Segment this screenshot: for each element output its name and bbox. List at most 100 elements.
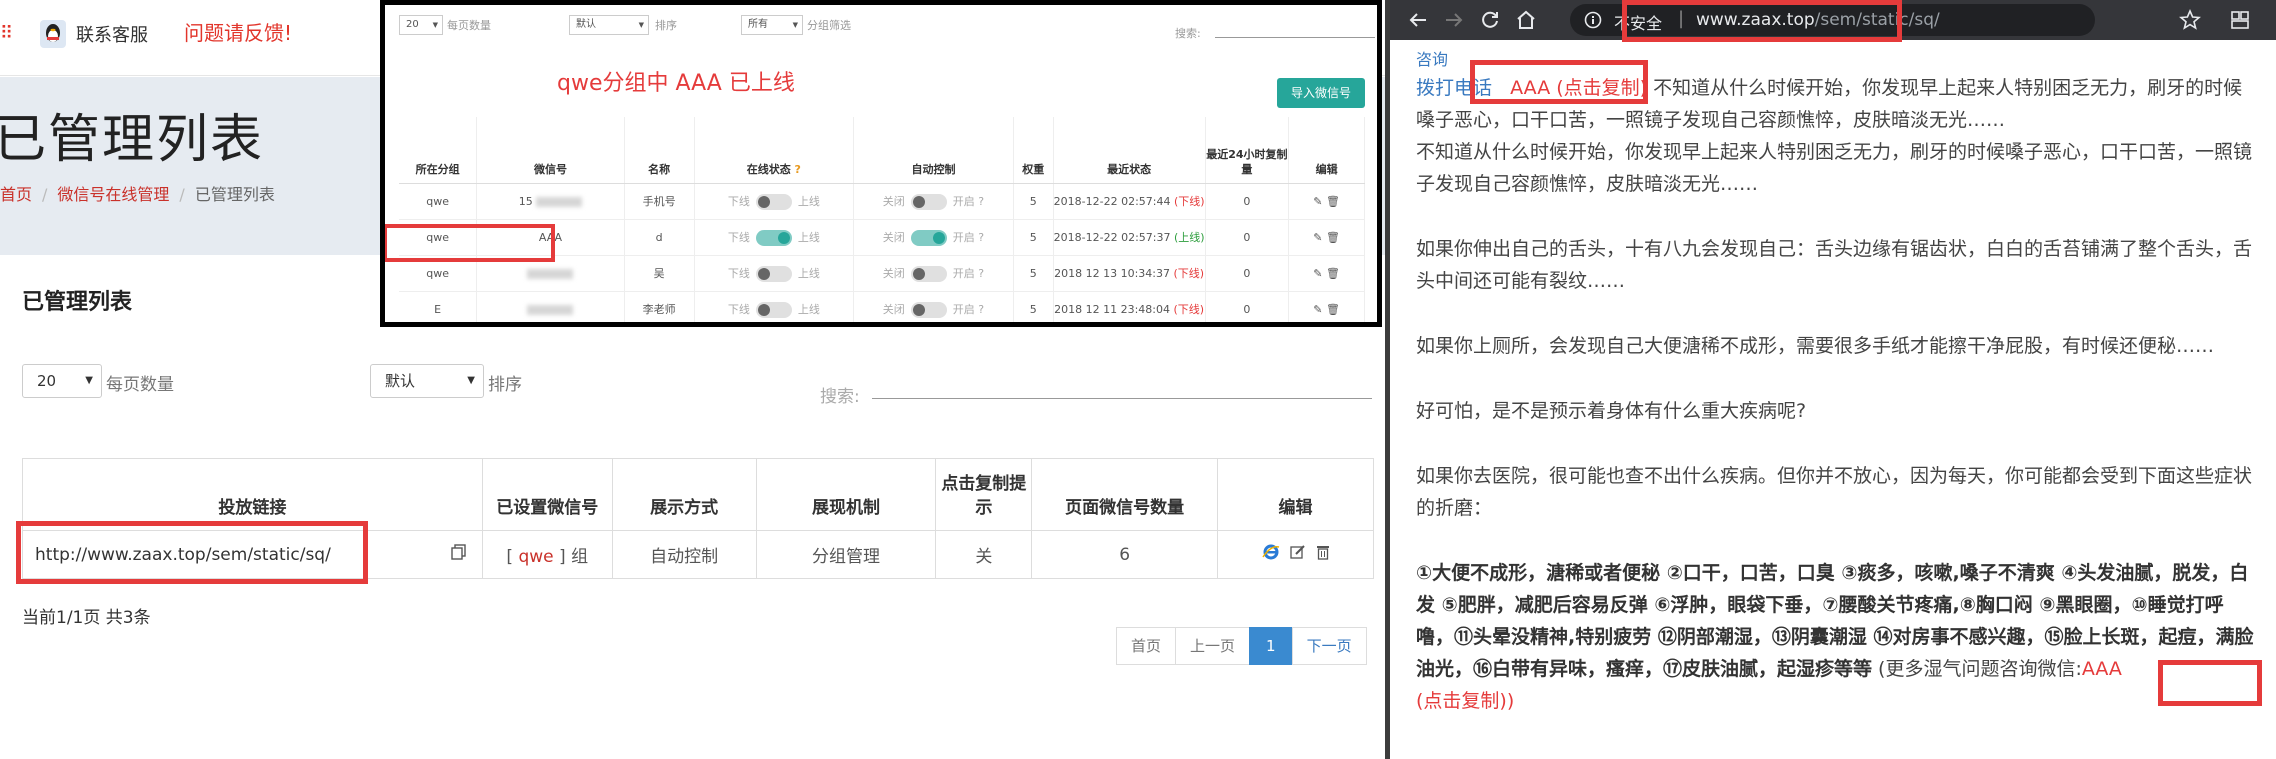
page-info: 当前1/1页 共3条 — [22, 608, 151, 628]
consult-copy-link[interactable]: (点击复制) — [1416, 690, 1507, 712]
page-next-button[interactable]: 下一页 — [1291, 627, 1367, 665]
wechat-group-cell: [ qwe ] 组 — [481, 530, 613, 579]
search-input[interactable] — [872, 398, 1372, 399]
breadcrumb-wechat-online[interactable]: 微信号在线管理 — [57, 185, 169, 204]
url-text[interactable]: www.zaax.top/sem/static/sq/ — [1696, 10, 1940, 30]
online-toggle[interactable] — [755, 229, 792, 246]
group-cell: E — [399, 291, 478, 322]
call-link[interactable]: 拨打电话 — [1416, 77, 1492, 99]
col-count: 页面微信号数量 — [1031, 458, 1219, 531]
name-cell: 吴 — [624, 255, 695, 292]
help-icon[interactable]: ? — [978, 267, 984, 280]
edit-cell: ✎ 🗑 — [1288, 255, 1365, 292]
auto-toggle[interactable] — [910, 229, 947, 246]
wechat-cell — [476, 255, 625, 292]
inset-wechat-table: 所在分组 微信号 名称 在线状态 ? 自动控制 权重 最近状态 最近24小时复制… — [399, 117, 1365, 322]
copies-cell: 0 — [1205, 291, 1290, 322]
trash-icon[interactable] — [1316, 544, 1330, 560]
online-toggle[interactable] — [755, 301, 792, 318]
breadcrumb-home[interactable]: 首页 — [0, 185, 32, 204]
help-icon[interactable]: ? — [978, 303, 984, 316]
col-mechanism: 展现机制 — [755, 458, 937, 531]
ie-icon[interactable] — [1261, 543, 1280, 561]
bookmark-star-icon[interactable] — [2178, 8, 2202, 32]
copies-cell: 0 — [1205, 219, 1290, 256]
qq-penguin-icon — [40, 20, 66, 48]
edit-icon[interactable]: ✎ — [1313, 303, 1322, 316]
auto-toggle[interactable] — [910, 301, 947, 318]
edit-cell: ✎ 🗑 — [1288, 291, 1365, 322]
trash-icon[interactable]: 🗑 — [1326, 195, 1340, 208]
extensions-icon[interactable] — [2228, 8, 2252, 32]
inset-col-auto: 自动控制 — [853, 117, 1014, 184]
menu-icon[interactable]: ⠿ — [0, 24, 13, 44]
trash-icon[interactable]: 🗑 — [1326, 267, 1340, 280]
auto-toggle[interactable] — [910, 193, 947, 210]
inset-table-row: qwe 15 手机号 下线 上线 关闭 开启 ? 5 2018-12-22 02:57:44 … — [399, 183, 1365, 220]
auto-cell: 关闭 开启 ? — [853, 291, 1014, 322]
insecure-label: 不安全 — [1614, 14, 1663, 33]
help-icon[interactable]: ? — [978, 195, 984, 208]
weight-cell: 5 — [1013, 183, 1054, 220]
per-page-select[interactable]: 20 ▼ — [22, 364, 102, 398]
group-link[interactable]: qwe — [518, 547, 553, 567]
import-wechat-button[interactable]: 导入微信号 — [1277, 78, 1365, 108]
wechat-cell — [476, 291, 625, 322]
inset-col-copies: 最近24小时复制量 — [1205, 117, 1290, 184]
inset-per-page-select[interactable]: 20 ▼ — [399, 15, 443, 35]
group-cell: qwe — [399, 255, 478, 292]
inset-per-page-label: 每页数量 — [447, 19, 491, 32]
inset-sort-select[interactable]: 默认 ▼ — [569, 15, 649, 35]
help-icon[interactable]: ? — [978, 231, 984, 244]
inset-filter-label: 分组筛选 — [807, 19, 851, 32]
chevron-down-icon: ▼ — [638, 21, 644, 29]
inset-search-input[interactable] — [1215, 37, 1375, 38]
reload-icon[interactable] — [1478, 8, 1502, 32]
info-icon[interactable] — [1584, 11, 1602, 29]
search-label: 搜索: — [820, 387, 860, 407]
status-cell: 2018-12-22 02:57:44 (下线) — [1053, 183, 1206, 220]
help-icon[interactable]: ? — [795, 163, 801, 176]
trash-icon[interactable]: 🗑 — [1326, 303, 1340, 316]
edit-icon[interactable]: ✎ — [1313, 231, 1322, 244]
panel-title: 已管理列表 — [22, 290, 133, 315]
feedback-link[interactable]: 问题请反馈! — [184, 17, 292, 46]
support-link[interactable]: 联系客服 — [76, 21, 148, 47]
auto-cell: 关闭 开启 ? — [853, 219, 1014, 256]
home-icon[interactable] — [1514, 8, 1538, 32]
paragraph-hospital: 如果你去医院，很可能也查不出什么疾病。但你并不放心，因为每天，你可能都会受到下面… — [1416, 465, 2253, 519]
sort-select[interactable]: 默认 ▼ — [370, 364, 484, 398]
inset-col-edit: 编辑 — [1288, 117, 1365, 184]
auto-toggle[interactable] — [910, 265, 947, 282]
group-cell: qwe — [399, 183, 478, 220]
inset-table-row: E 李老师 下线 上线 关闭 开启 ? 5 2018 12 11 23:48:04 (下线)… — [399, 291, 1365, 322]
page-prev-button[interactable]: 上一页 — [1175, 627, 1251, 665]
consult-aaa-link[interactable]: AAA — [2082, 658, 2122, 680]
inset-sort-label: 排序 — [655, 19, 677, 32]
copies-cell: 0 — [1205, 255, 1290, 292]
copy-hint-cell: 关 — [935, 530, 1033, 579]
online-toggle[interactable] — [755, 265, 792, 282]
forward-arrow-icon[interactable] — [1442, 8, 1466, 32]
online-toggle[interactable] — [755, 193, 792, 210]
edit-icon[interactable]: ✎ — [1313, 195, 1322, 208]
edit-icon[interactable]: ✎ — [1313, 267, 1322, 280]
back-arrow-icon[interactable] — [1406, 8, 1430, 32]
online-cell: 下线 上线 — [694, 183, 855, 220]
page-current-button[interactable]: 1 — [1249, 627, 1293, 665]
auto-cell: 关闭 开启 ? — [853, 255, 1014, 292]
paragraph-symptoms: ①大便不成形，溏稀或者便秘 ②口干，口苦，口臭 ③痰多，咳嗽,嗓子不清爽 ④头发… — [1416, 562, 2254, 712]
blurred-id — [536, 196, 583, 207]
edit-icon[interactable] — [1289, 544, 1306, 560]
page-first-button[interactable]: 首页 — [1116, 627, 1177, 665]
browser-toolbar: 不安全 | www.zaax.top/sem/static/sq/ — [1390, 0, 2276, 40]
breadcrumb-current: 已管理列表 — [194, 185, 275, 204]
aaa-copy-link[interactable]: AAA (点击复制) — [1510, 77, 1647, 99]
link-text[interactable]: http://www.zaax.top/sem/static/sq/ — [35, 545, 331, 565]
address-bar[interactable]: 不安全 | www.zaax.top/sem/static/sq/ — [1570, 4, 2095, 36]
trash-icon[interactable]: 🗑 — [1326, 231, 1340, 244]
inset-filter-select[interactable]: 所有 ▼ — [741, 15, 803, 35]
inset-table-row: qwe AAA d 下线 上线 关闭 开启 ? 5 2018-12-22 02:57:37 (上… — [399, 219, 1365, 256]
col-display: 展示方式 — [611, 458, 757, 531]
copy-icon[interactable] — [450, 543, 468, 561]
